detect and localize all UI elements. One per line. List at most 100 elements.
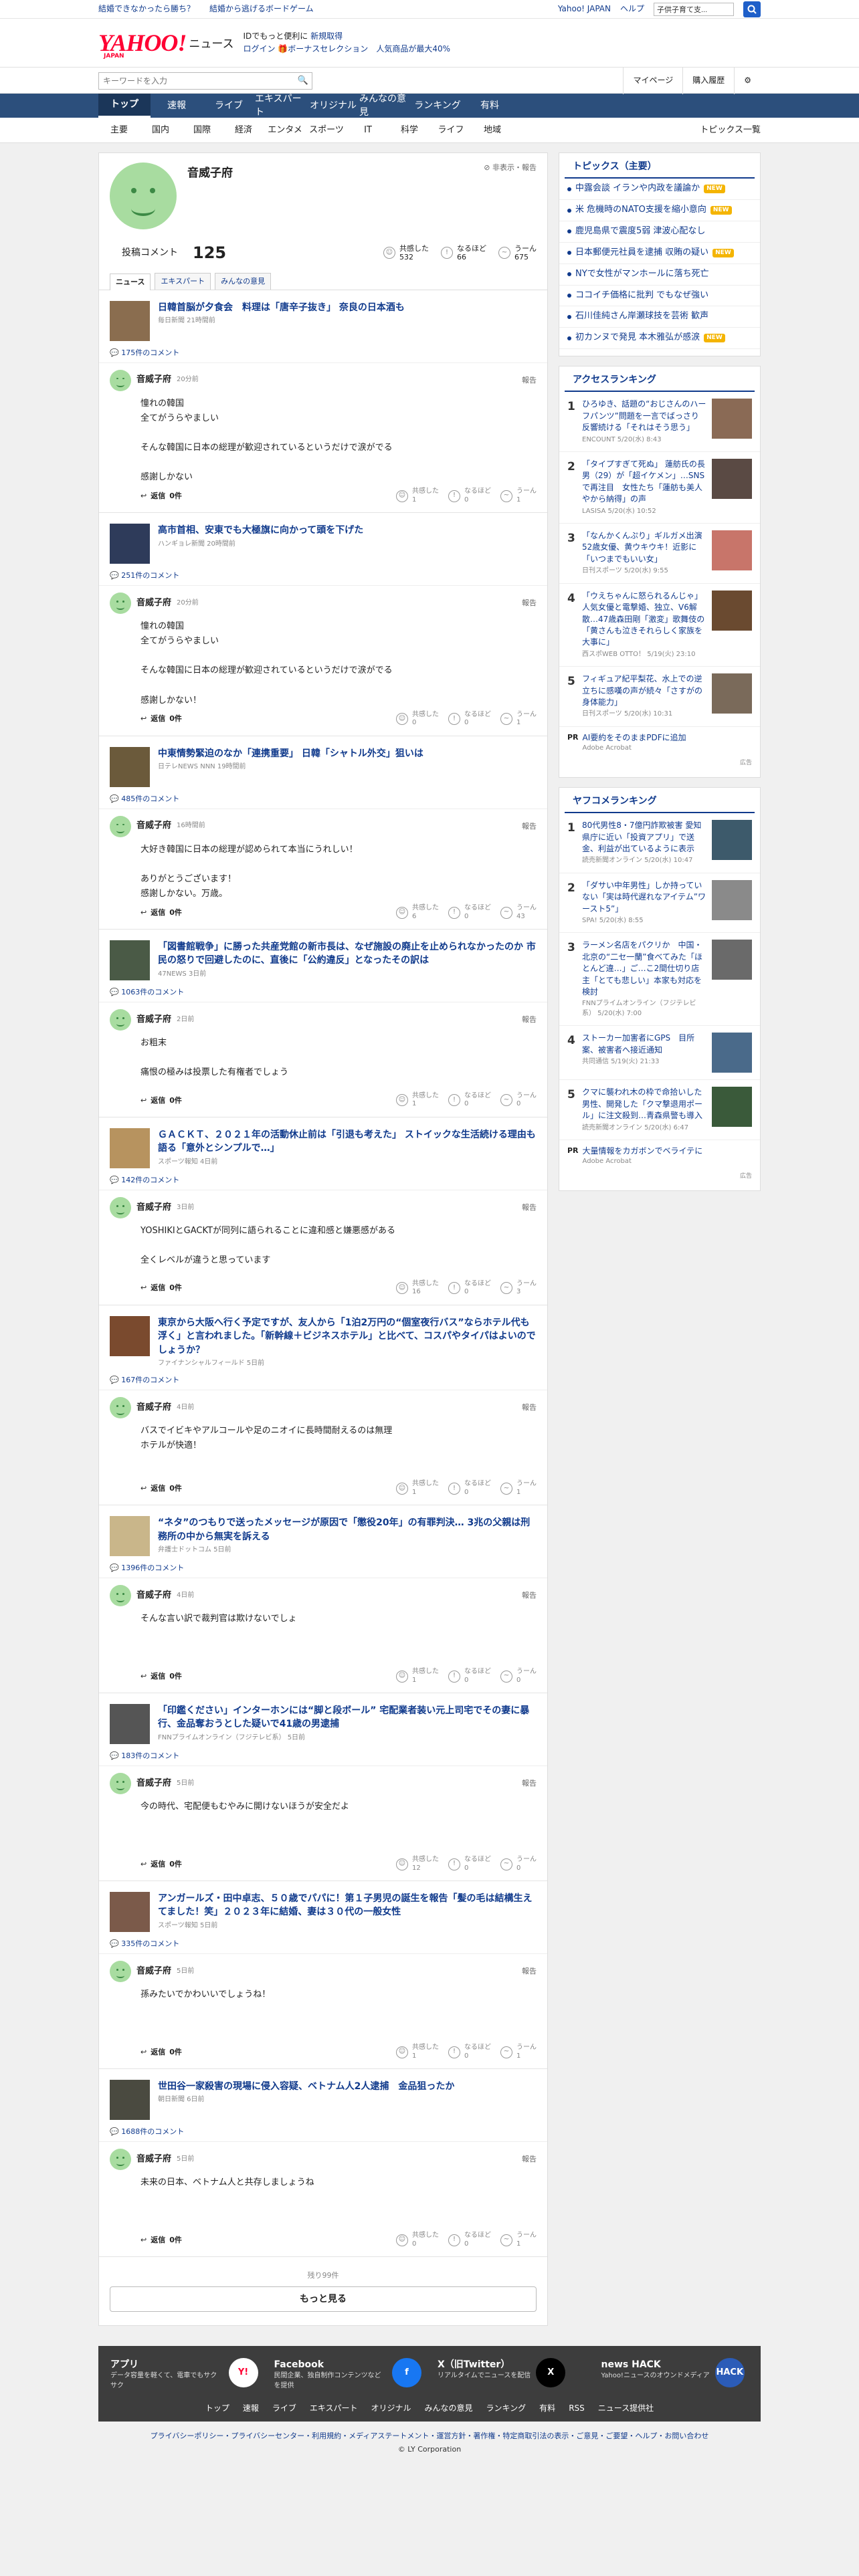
- reaction-button-2[interactable]: ~ うーん 0: [500, 1668, 537, 1685]
- subnav-tab-6[interactable]: IT: [347, 124, 389, 137]
- topic-item[interactable]: 石川佳純さん岸瀬球技を芸術 歓声: [559, 306, 760, 328]
- nav-tab-4[interactable]: オリジナル: [307, 94, 359, 118]
- subnav-tab-7[interactable]: 科学: [389, 124, 430, 137]
- subnav-tab-4[interactable]: エンタメ: [264, 124, 306, 137]
- article-thumbnail[interactable]: [110, 1516, 150, 1557]
- reaction-button-1[interactable]: ! なるほど 0: [448, 904, 491, 921]
- reaction-button-0[interactable]: ☺ 共感した 0: [396, 2232, 439, 2248]
- reply-button[interactable]: ↩ 返信 0件: [140, 1671, 182, 1682]
- nav-tab-0[interactable]: トップ: [98, 94, 151, 118]
- subnav-tab-9[interactable]: 地域: [472, 124, 513, 137]
- ranking-item[interactable]: 4 「ウえちゃんに怒られるんじゃ」 人気女優と電撃婚、独立、V6解散…47歳森田剛…: [559, 584, 760, 667]
- yahoo-news-logo[interactable]: YAHOO! ニュース JAPAN: [98, 31, 234, 60]
- article-link[interactable]: 「印鑑ください」インターホンには“脚と段ボール” 宅配業者装い元上司宅でその妻に…: [99, 1693, 547, 1751]
- comment-user-name[interactable]: 音威子府: [136, 2153, 171, 2166]
- reply-button[interactable]: ↩ 返信 0件: [140, 491, 182, 502]
- ranking-thumbnail[interactable]: [712, 879, 752, 920]
- article-thumbnail[interactable]: [110, 940, 150, 981]
- article-thumbnail[interactable]: [110, 746, 150, 787]
- reply-button[interactable]: ↩ 返信 0件: [140, 1483, 182, 1494]
- footer-link-0[interactable]: トップ: [205, 2403, 229, 2414]
- comment-user-name[interactable]: 音威子府: [136, 1965, 171, 1978]
- ranking-title[interactable]: 「ウえちゃんに怒られるんじゃ」 人気女優と電撃婚、独立、V6解散…47歳森田剛「…: [582, 591, 706, 649]
- reaction-button-0[interactable]: ☺ 共感した 0: [396, 711, 439, 728]
- promo-link-2[interactable]: 結婚から逃げるボードゲーム: [209, 3, 314, 15]
- ranking-title[interactable]: 「ダサい中年男性」しか持っていない「実は時代遅れなアイテム”ワースト5”」: [582, 880, 706, 915]
- tab-1[interactable]: エキスパート: [155, 272, 211, 290]
- comment-count-link[interactable]: 💬 167件のコメント: [99, 1375, 547, 1390]
- report-link[interactable]: 報告: [522, 1590, 537, 1601]
- reply-button[interactable]: ↩ 返信 0件: [140, 1859, 182, 1870]
- reaction-button-2[interactable]: ~ うーん 43: [500, 904, 537, 921]
- yahoo-japan-link[interactable]: Yahoo! JAPAN: [558, 3, 611, 15]
- register-link[interactable]: 新規取得: [310, 31, 343, 41]
- ranking-title[interactable]: クマに襲われ木の枠で命拾いした男性、開発した「クマ撃退用ポール」に注文殺到…青森…: [582, 1087, 706, 1121]
- comment-count-link[interactable]: 💬 175件のコメント: [99, 348, 547, 362]
- ranking-thumbnail[interactable]: [712, 530, 752, 571]
- reply-button[interactable]: ↩ 返信 0件: [140, 1095, 182, 1106]
- comment-user-name[interactable]: 音威子府: [136, 1590, 171, 1602]
- reaction-button-2[interactable]: ~ うーん 1: [500, 711, 537, 728]
- ranking-thumbnail[interactable]: [712, 590, 752, 631]
- comment-count-link[interactable]: 💬 142件のコメント: [99, 1175, 547, 1190]
- reaction-button-2[interactable]: ~ うーん 3: [500, 1280, 537, 1297]
- comment-user-name[interactable]: 音威子府: [136, 597, 171, 610]
- reaction-button-0[interactable]: ☺ 共感した 1: [396, 1092, 439, 1109]
- reaction-button-1[interactable]: ! なるほど 0: [448, 1092, 491, 1109]
- subnav-tab-1[interactable]: 国内: [140, 124, 181, 137]
- ranking-item[interactable]: 3 「なんかくんぷり」ギルガメ出演52歳女優、黄ウキウキ！近影に「いつまでもいい女…: [559, 524, 760, 584]
- footer-link-5[interactable]: みんなの意見: [425, 2403, 473, 2414]
- reply-button[interactable]: ↩ 返信 0件: [140, 1283, 182, 1293]
- legal-links[interactable]: プライバシーポリシー・プライバシーセンター・利用規約・メディアステートメント・運…: [98, 2422, 761, 2444]
- comment-user-name[interactable]: 音威子府: [136, 374, 171, 387]
- reaction-button-2[interactable]: ~ うーん 1: [500, 2232, 537, 2248]
- reaction-button-1[interactable]: ! なるほど 0: [448, 2232, 491, 2248]
- article-link[interactable]: 「図書館戦争」に勝った共産党館の新市長は、なぜ施設の廃止を止められなかったのか …: [99, 930, 547, 987]
- footer-app-2[interactable]: X（旧Twitter） リアルタイムでニュースを配信 X: [438, 2357, 585, 2391]
- ranking-thumbnail[interactable]: [712, 459, 752, 500]
- tab-0[interactable]: ニュース: [110, 273, 151, 290]
- reaction-button-2[interactable]: ~ うーん 0: [500, 1856, 537, 1872]
- ranking-thumbnail[interactable]: [712, 820, 752, 861]
- comment-user-name[interactable]: 音威子府: [136, 1014, 171, 1027]
- reaction-button-1[interactable]: ! なるほど 0: [448, 1856, 491, 1872]
- report-link[interactable]: 報告: [522, 375, 537, 386]
- reaction-button-1[interactable]: ! なるほど 0: [448, 1480, 491, 1497]
- article-title[interactable]: 「図書館戦争」に勝った共産党館の新市長は、なぜ施設の廃止を止められなかったのか …: [158, 940, 537, 968]
- report-link[interactable]: 報告: [522, 2154, 537, 2165]
- comment-count-link[interactable]: 💬 251件のコメント: [99, 570, 547, 585]
- article-thumbnail[interactable]: [110, 1128, 150, 1168]
- ranking-title[interactable]: ひろゆき、話題の“おじさんのハーフパンツ”問題を一言でばっさり反響続ける「それは…: [582, 399, 706, 433]
- reaction-button-1[interactable]: ! なるほど 0: [448, 1668, 491, 1685]
- ranking-thumbnail[interactable]: [712, 673, 752, 714]
- footer-link-1[interactable]: 速報: [243, 2403, 259, 2414]
- report-link[interactable]: 報告: [522, 1966, 537, 1977]
- pr-ad-2[interactable]: PR 大量情報をカガボンでベライテに Adobe Acrobat: [559, 1140, 760, 1172]
- login-link[interactable]: ログイン: [244, 44, 276, 53]
- article-link[interactable]: 中東情勢緊迫のなか「連携重要」 日韓「シャトル外交」狙いは 日テレNEWS NNN…: [99, 736, 547, 794]
- reaction-button-2[interactable]: ~ うーん 1: [500, 1480, 537, 1497]
- article-thumbnail[interactable]: [110, 1704, 150, 1745]
- article-title[interactable]: “ネタ”のつもりで送ったメッセージが原因で「懲役20年」の有罪判決… 3兆の父親…: [158, 1516, 537, 1543]
- ranking-item[interactable]: 4 ストーカー加害者にGPS 目所案、被害者へ接近通知 共同通信 5/19(火) 2…: [559, 1026, 760, 1081]
- article-title[interactable]: 日韓首脳が夕食会 料理は「唐辛子抜き」 奈良の日本酒も: [158, 301, 405, 314]
- mypage-button[interactable]: マイページ: [623, 68, 682, 94]
- ranking-thumbnail[interactable]: [712, 940, 752, 980]
- subnav-tab-0[interactable]: 主要: [98, 124, 140, 137]
- article-title[interactable]: アンガールズ・田中卓志、５０歳でパパに！第１子男児の誕生を報告「髪の毛は結構生え…: [158, 1892, 537, 1919]
- reaction-button-1[interactable]: ! なるほど 0: [448, 711, 491, 728]
- subnav-tab-5[interactable]: スポーツ: [306, 124, 347, 137]
- footer-link-6[interactable]: ランキング: [486, 2403, 527, 2414]
- keyword-search-input[interactable]: [99, 73, 294, 89]
- reaction-button-1[interactable]: ! なるほど 0: [448, 1280, 491, 1297]
- hide-report-link[interactable]: ⊘ 非表示・報告: [484, 163, 537, 173]
- promo-link-1[interactable]: 結婚できなかったら勝ち？: [98, 3, 195, 15]
- footer-link-8[interactable]: RSS: [569, 2403, 585, 2414]
- article-title[interactable]: 中東情勢緊迫のなか「連携重要」 日韓「シャトル外交」狙いは: [158, 747, 423, 760]
- article-link[interactable]: 世田谷一家殺害の現場に侵入容疑、ベトナム人2人逮捕 金品狙ったか 朝日新聞 6日前: [99, 2069, 547, 2127]
- report-link[interactable]: 報告: [522, 1402, 537, 1413]
- article-title[interactable]: 世田谷一家殺害の現場に侵入容疑、ベトナム人2人逮捕 金品狙ったか: [158, 2080, 454, 2093]
- ranking-item[interactable]: 2 「ダサい中年男性」しか持っていない「実は時代遅れなアイテム”ワースト5”」 SP…: [559, 873, 760, 934]
- reaction-button-0[interactable]: ☺ 共感した 16: [396, 1280, 439, 1297]
- ranking-thumbnail[interactable]: [712, 399, 752, 439]
